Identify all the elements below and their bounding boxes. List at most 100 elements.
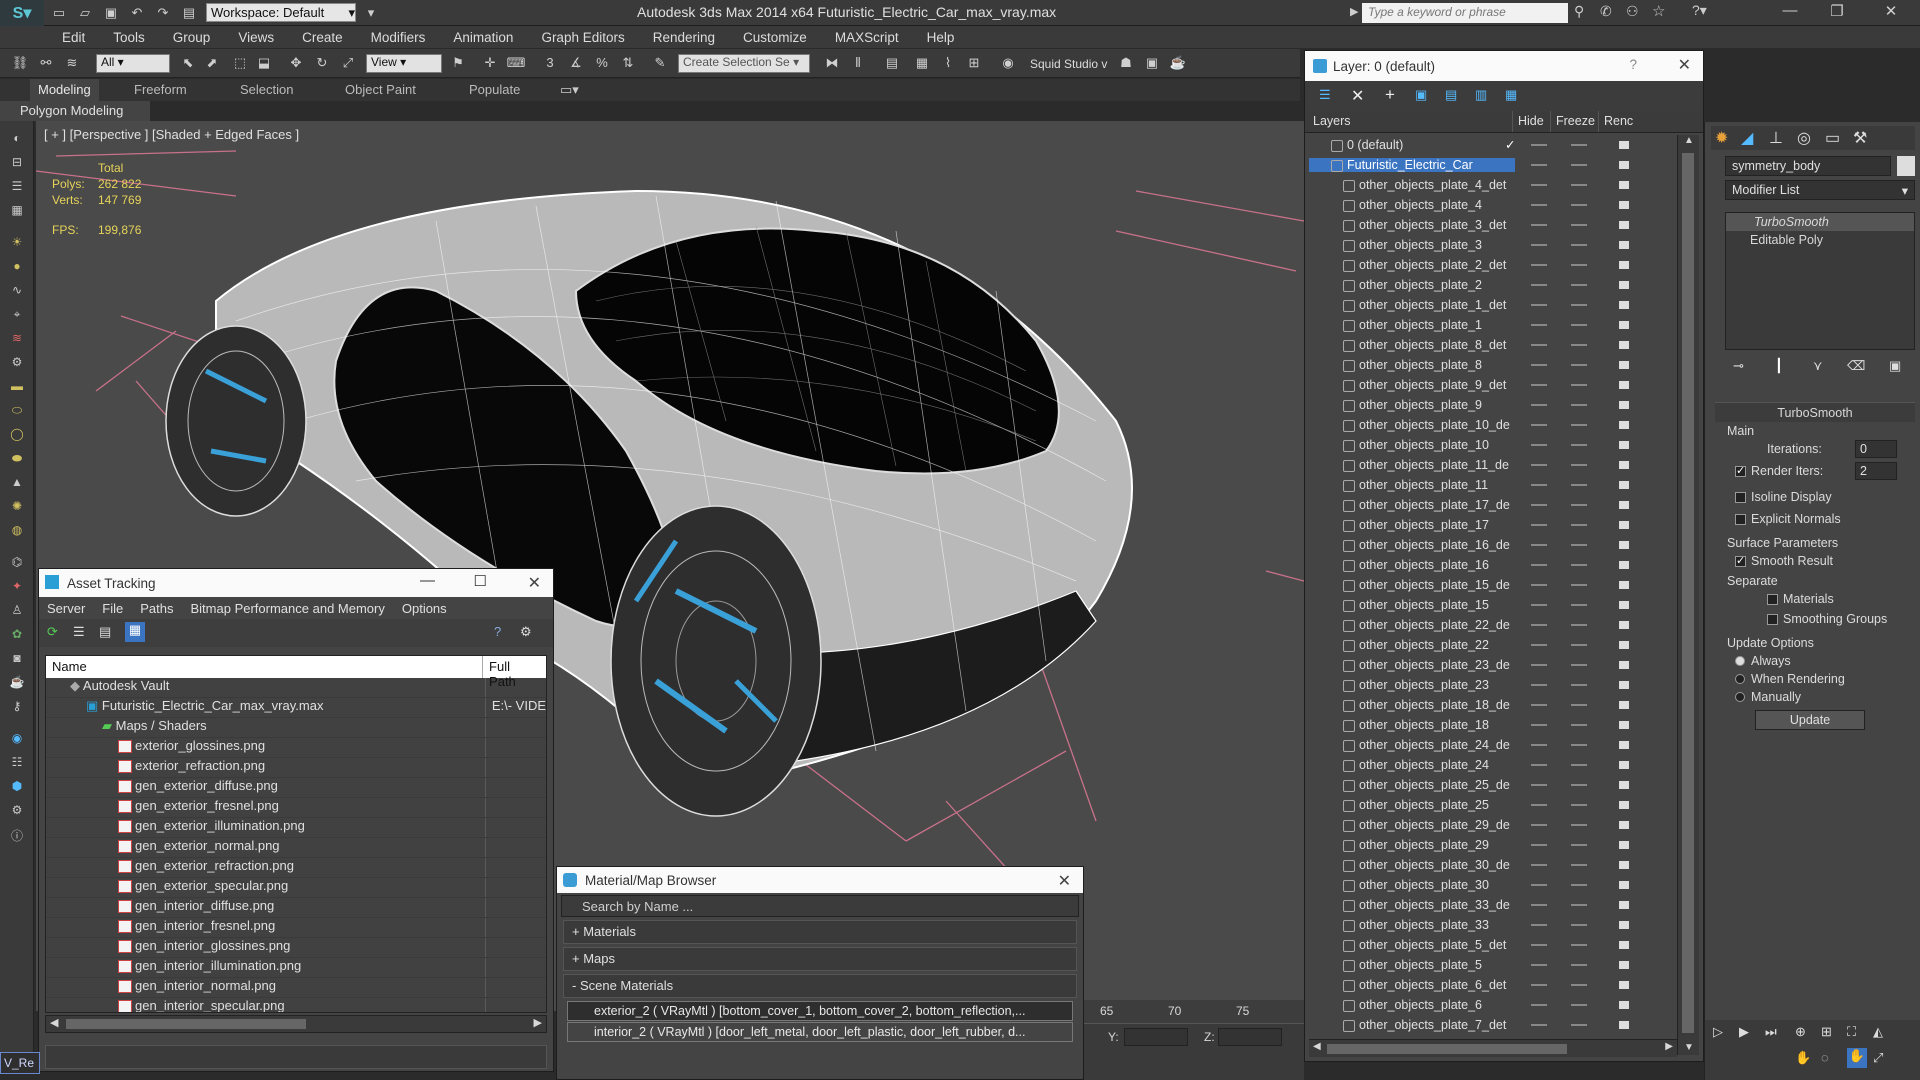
render-iters-checkbox[interactable]: ✓ <box>1735 465 1746 477</box>
render-pot-icon[interactable]: ☕ <box>8 675 26 693</box>
binoculars-icon[interactable]: ⚲ <box>1574 3 1584 20</box>
teapot-icon[interactable]: ⬬ <box>8 451 26 469</box>
hide-toggle[interactable] <box>1531 504 1547 506</box>
freeze-toggle[interactable] <box>1571 584 1587 586</box>
object-row[interactable]: other_objects_plate_15 <box>1309 595 1677 615</box>
object-row[interactable]: other_objects_plate_7_det <box>1309 1015 1677 1035</box>
render-setup-icon[interactable]: ☗ <box>1116 55 1136 73</box>
update-button[interactable]: Update <box>1755 710 1865 730</box>
layer-vertical-scrollbar[interactable]: ▲ ▼ <box>1677 135 1699 1055</box>
update-manually-radio[interactable] <box>1735 692 1745 702</box>
layer-manager-icon[interactable]: ▤ <box>882 55 902 73</box>
system-icon[interactable]: ⚙ <box>8 355 26 373</box>
hide-toggle[interactable] <box>1531 864 1547 866</box>
object-row[interactable]: other_objects_plate_2_det <box>1309 255 1677 275</box>
material-item[interactable]: exterior_2 ( VRayMtl ) [bottom_cover_1, … <box>567 1001 1073 1021</box>
scroll-left-icon[interactable]: ◀ <box>1313 1041 1321 1052</box>
hide-toggle[interactable] <box>1531 764 1547 766</box>
hide-toggle[interactable] <box>1531 904 1547 906</box>
hide-toggle[interactable] <box>1531 164 1547 166</box>
object-row[interactable]: other_objects_plate_8_det <box>1309 335 1677 355</box>
make-unique-icon[interactable]: ⋎ <box>1813 358 1823 374</box>
hide-toggle[interactable] <box>1531 984 1547 986</box>
hide-toggle[interactable] <box>1531 624 1547 626</box>
dropdown-arrow-icon[interactable]: ▾ <box>360 3 382 23</box>
hide-toggle[interactable] <box>1531 544 1547 546</box>
maximize-viewport-icon[interactable]: ✋ <box>1847 1048 1867 1068</box>
hide-toggle[interactable] <box>1531 884 1547 886</box>
freeze-toggle[interactable] <box>1571 484 1587 486</box>
hide-toggle[interactable] <box>1531 224 1547 226</box>
render-toggle-icon[interactable] <box>1619 961 1629 969</box>
render-toggle-icon[interactable] <box>1619 881 1629 889</box>
hide-toggle[interactable] <box>1531 744 1547 746</box>
column-header-freeze[interactable]: Freeze <box>1551 111 1599 132</box>
object-row[interactable]: other_objects_plate_18 <box>1309 715 1677 735</box>
smooth-result-checkbox[interactable]: ✓ <box>1735 555 1746 567</box>
render-toggle-icon[interactable] <box>1619 901 1629 909</box>
material-browser-titlebar[interactable]: Material/Map Browser ✕ <box>557 867 1083 893</box>
object-row[interactable]: other_objects_plate_29_de <box>1309 815 1677 835</box>
isoline-display-checkbox[interactable] <box>1735 492 1746 503</box>
hide-toggle[interactable] <box>1531 464 1547 466</box>
object-row[interactable]: other_objects_plate_15_de <box>1309 575 1677 595</box>
object-row[interactable]: other_objects_plate_2 <box>1309 275 1677 295</box>
help-icon[interactable]: ?▾ <box>1692 2 1707 19</box>
freeze-toggle[interactable] <box>1571 1004 1587 1006</box>
tab-modeling[interactable]: Modeling <box>30 79 99 101</box>
layer-row[interactable]: Futuristic_Electric_Car <box>1309 155 1677 175</box>
render-toggle-icon[interactable] <box>1619 601 1629 609</box>
object-color-swatch[interactable] <box>1897 156 1915 176</box>
sphere-icon[interactable]: ● <box>8 259 26 277</box>
info-icon[interactable]: ⓘ <box>8 827 26 845</box>
render-toggle-icon[interactable] <box>1619 181 1629 189</box>
orbit-icon[interactable]: ◌ <box>1821 1050 1829 1065</box>
asset-row[interactable]: gen_interior_glossines.png <box>46 938 546 958</box>
render-toggle-icon[interactable] <box>1619 801 1629 809</box>
viewport-label[interactable]: [ + ] [Perspective ] [Shaded + Edged Fac… <box>44 127 299 142</box>
grid-icon[interactable]: ▦ <box>8 203 26 221</box>
render-toggle-icon[interactable] <box>1619 861 1629 869</box>
reference-coord-select[interactable]: View ▾ <box>366 54 442 73</box>
hide-toggle[interactable] <box>1531 844 1547 846</box>
asset-row[interactable]: gen_interior_normal.png <box>46 978 546 998</box>
pivot-icon[interactable]: ⚑ <box>448 55 468 73</box>
close-icon[interactable]: ✕ <box>1058 871 1071 891</box>
settings-icon[interactable]: ⚙ <box>520 624 532 640</box>
scroll-right-icon[interactable]: ▶ <box>1665 1041 1673 1052</box>
material-editor-icon[interactable]: ◉ <box>998 55 1018 73</box>
sun-icon[interactable]: ✺ <box>8 499 26 517</box>
render-toggle-icon[interactable] <box>1619 1021 1629 1029</box>
select-manipulate-icon[interactable]: ✛ <box>480 55 500 73</box>
redo-icon[interactable]: ↷ <box>152 3 174 23</box>
update-when-rendering-radio[interactable] <box>1735 674 1745 684</box>
asset-row[interactable]: gen_exterior_normal.png <box>46 838 546 858</box>
freeze-toggle[interactable] <box>1571 144 1587 146</box>
object-row[interactable]: other_objects_plate_10_de <box>1309 415 1677 435</box>
freeze-toggle[interactable] <box>1571 444 1587 446</box>
scroll-up-icon[interactable]: ▲ <box>1684 135 1694 146</box>
plugin-label[interactable]: Squid Studio v <box>1030 57 1107 71</box>
maximize-toggle-icon[interactable]: ⤢ <box>1873 1050 1883 1066</box>
freeze-toggle[interactable] <box>1571 744 1587 746</box>
render-toggle-icon[interactable] <box>1619 761 1629 769</box>
render-toggle-icon[interactable] <box>1619 201 1629 209</box>
rotate-icon[interactable]: ↻ <box>312 55 332 73</box>
asset-row[interactable]: gen_interior_diffuse.png <box>46 898 546 918</box>
freeze-toggle[interactable] <box>1571 1024 1587 1026</box>
scroll-left-icon[interactable]: ◀ <box>50 1016 58 1029</box>
help-icon[interactable]: ? <box>1629 57 1637 72</box>
freeze-toggle[interactable] <box>1571 884 1587 886</box>
maximize-icon[interactable]: ☐ <box>474 572 487 590</box>
next-frame-icon[interactable]: ⏭ <box>1765 1024 1777 1040</box>
add-selection-icon[interactable]: ▣ <box>1415 87 1427 103</box>
render-toggle-icon[interactable] <box>1619 301 1629 309</box>
unlink-icon[interactable]: ⚯ <box>36 55 56 73</box>
object-row[interactable]: other_objects_plate_8 <box>1309 355 1677 375</box>
app-logo-icon[interactable]: S▾ <box>0 0 44 26</box>
render-toggle-icon[interactable] <box>1619 421 1629 429</box>
show-end-result-icon[interactable]: ┃ <box>1775 358 1783 374</box>
hide-toggle[interactable] <box>1531 264 1547 266</box>
render-toggle-icon[interactable] <box>1619 161 1629 169</box>
close-icon[interactable]: ✕ <box>1876 2 1906 24</box>
